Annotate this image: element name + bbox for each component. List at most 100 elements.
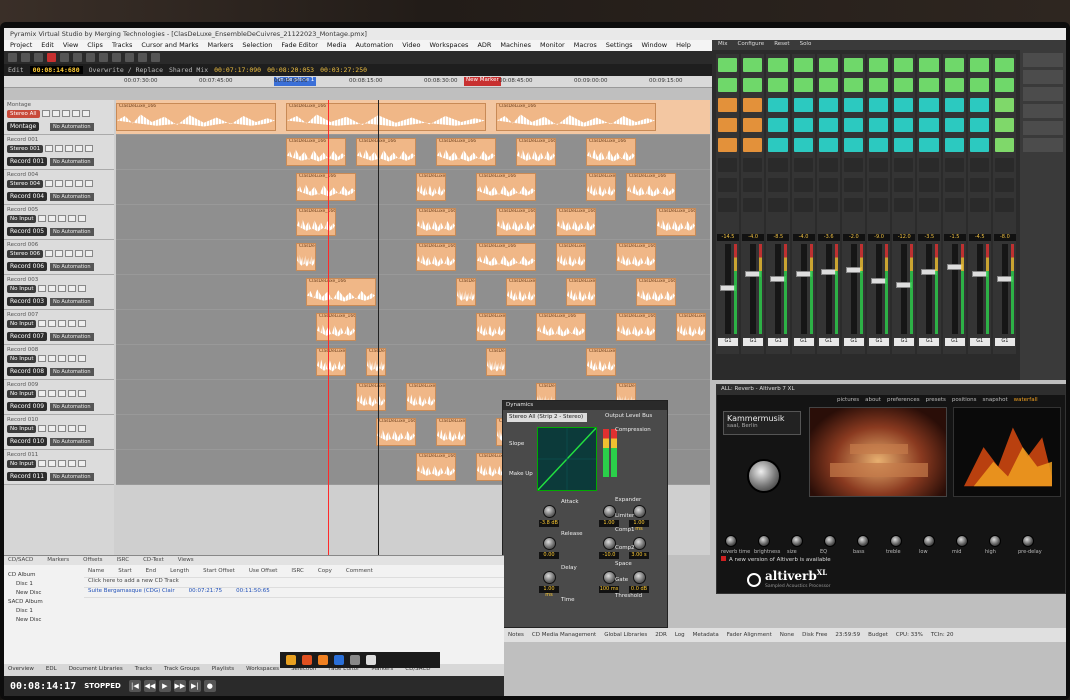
insert-slot[interactable]: [793, 198, 813, 212]
track-solo-button[interactable]: [48, 285, 57, 292]
cd-column-header[interactable]: Start: [118, 568, 131, 577]
audio-clip[interactable]: ClasDeLuxe_166: [356, 138, 416, 166]
insert-slot[interactable]: [818, 158, 838, 172]
channel-bus-label[interactable]: G1: [944, 338, 965, 346]
status-item[interactable]: Fader Alignment: [727, 632, 772, 638]
track-input-selector[interactable]: Stereo 006: [7, 250, 44, 258]
bottom-tab-document-libraries[interactable]: Document Libraries: [69, 666, 123, 674]
menu-item-tracks[interactable]: Tracks: [112, 41, 132, 50]
insert-slot[interactable]: [793, 138, 813, 152]
insert-slot[interactable]: [994, 178, 1015, 192]
status-item[interactable]: Global Libraries: [604, 632, 647, 638]
track-monitor-button[interactable]: [71, 110, 80, 117]
dynamics-preset[interactable]: Stereo All (Strip 2 - Stereo): [507, 413, 587, 422]
mixer-channel-strip[interactable]: -4.0 G1: [791, 54, 815, 354]
insert-slot[interactable]: [818, 118, 838, 132]
insert-slot[interactable]: [994, 118, 1015, 132]
insert-slot[interactable]: [768, 158, 788, 172]
insert-slot[interactable]: [944, 178, 964, 192]
track-monitor-button[interactable]: [68, 215, 77, 222]
track-record-button[interactable]: [61, 110, 70, 117]
insert-slot[interactable]: [768, 178, 788, 192]
audio-clip[interactable]: ClasDeLuxe_166: [616, 243, 656, 271]
track-record-button[interactable]: [65, 180, 74, 187]
track-monitor-button[interactable]: [75, 180, 84, 187]
reverb-knob-size[interactable]: [791, 535, 803, 547]
app-icon[interactable]: [334, 655, 344, 665]
track-record-button[interactable]: [58, 285, 67, 292]
insert-slot[interactable]: [894, 198, 914, 212]
transport-button[interactable]: ◀◀: [143, 680, 156, 692]
reverb-tab-waterfall[interactable]: waterfall: [1014, 397, 1038, 403]
insert-slot[interactable]: [944, 138, 964, 152]
track-record-button[interactable]: [58, 425, 67, 432]
insert-slot[interactable]: [818, 98, 838, 112]
insert-slot[interactable]: [843, 98, 864, 112]
insert-slot[interactable]: [793, 118, 813, 132]
insert-slot[interactable]: [843, 158, 864, 172]
insert-slot[interactable]: [994, 158, 1015, 172]
menu-item-selection[interactable]: Selection: [242, 41, 272, 50]
status-item[interactable]: Log: [675, 632, 685, 638]
track-automation-selector[interactable]: No Automation: [50, 298, 94, 306]
channel-bus-label[interactable]: G1: [743, 338, 764, 346]
insert-slot[interactable]: [793, 98, 813, 112]
status-item[interactable]: TCIn: 20: [931, 632, 954, 638]
track-input-selector[interactable]: No Input: [7, 215, 37, 223]
cd-column-header[interactable]: Copy: [318, 568, 332, 577]
audio-clip[interactable]: ClasDeLuxe_166: [356, 383, 386, 411]
audio-clip[interactable]: ClasDeLuxe_166: [456, 278, 476, 306]
track-record-button[interactable]: [65, 250, 74, 257]
menu-item-workspaces[interactable]: Workspaces: [430, 41, 469, 50]
track-input-selector[interactable]: No Input: [7, 390, 37, 398]
insert-slot[interactable]: [718, 198, 738, 212]
insert-slot[interactable]: [894, 158, 914, 172]
mixer-tab-reset[interactable]: Reset: [774, 41, 789, 49]
status-item[interactable]: 2DR: [655, 632, 667, 638]
cd-header-tab[interactable]: Offsets: [83, 557, 102, 564]
open-icon[interactable]: [21, 53, 30, 62]
reverb-tab-preferences[interactable]: preferences: [887, 397, 920, 403]
track-record-button[interactable]: [58, 355, 67, 362]
dynamics-knob[interactable]: [543, 571, 556, 584]
track-monitor-button[interactable]: [68, 320, 77, 327]
status-item[interactable]: Notes: [508, 632, 524, 638]
track-automation-selector[interactable]: No Automation: [50, 473, 94, 481]
track-name-button[interactable]: Record 003: [7, 297, 48, 306]
track-mute-button[interactable]: [41, 110, 50, 117]
insert-slot[interactable]: [843, 58, 864, 72]
bottom-tab-tracks[interactable]: Tracks: [135, 666, 152, 674]
insert-slot[interactable]: [944, 158, 964, 172]
reverb-knob-bass[interactable]: [857, 535, 869, 547]
audio-clip[interactable]: ClasDeLuxe_166: [626, 173, 676, 201]
track-solo-button[interactable]: [55, 180, 64, 187]
reverb-knob-treble[interactable]: [890, 535, 902, 547]
track-automation-button[interactable]: [78, 425, 87, 432]
insert-slot[interactable]: [969, 138, 989, 152]
track-lane[interactable]: ClasDeLuxe_166 ClasDeLuxe_166 ClasDeLuxe_1…: [116, 205, 710, 240]
duration-timecode[interactable]: 00:03:27:250: [320, 66, 367, 74]
audio-clip[interactable]: ClasDeLuxe_166: [566, 278, 596, 306]
main-timecode[interactable]: 00:08:14:680: [29, 66, 83, 74]
audio-clip[interactable]: ClasDeLuxe_166: [496, 103, 656, 131]
insert-slot[interactable]: [919, 118, 939, 132]
track-mute-button[interactable]: [38, 460, 47, 467]
reverb-tab-positions[interactable]: positions: [952, 397, 977, 403]
insert-slot[interactable]: [894, 98, 914, 112]
insert-slot[interactable]: [718, 58, 738, 72]
cd-column-header[interactable]: ISRC: [291, 568, 304, 577]
track-header[interactable]: Record 005 No Input Record 005 No Automatio…: [4, 205, 114, 240]
track-lane[interactable]: ClasDeLuxe_166 ClasDeLuxe_166 ClasDeLuxe_1…: [116, 345, 710, 380]
track-automation-button[interactable]: [78, 320, 87, 327]
menu-item-fade-editor[interactable]: Fade Editor: [281, 41, 318, 50]
cd-column-header[interactable]: Start Offset: [203, 568, 235, 577]
reverb-knob-EQ[interactable]: [824, 535, 836, 547]
track-monitor-button[interactable]: [68, 355, 77, 362]
track-header[interactable]: Record 010 No Input Record 010 No Automatio…: [4, 415, 114, 450]
bottom-tab-workspaces[interactable]: Workspaces: [246, 666, 279, 674]
cd-column-header[interactable]: Name: [88, 568, 104, 577]
insert-slot[interactable]: [894, 78, 914, 92]
insert-slot[interactable]: [743, 178, 763, 192]
insert-slot[interactable]: [894, 178, 914, 192]
track-automation-button[interactable]: [85, 180, 94, 187]
